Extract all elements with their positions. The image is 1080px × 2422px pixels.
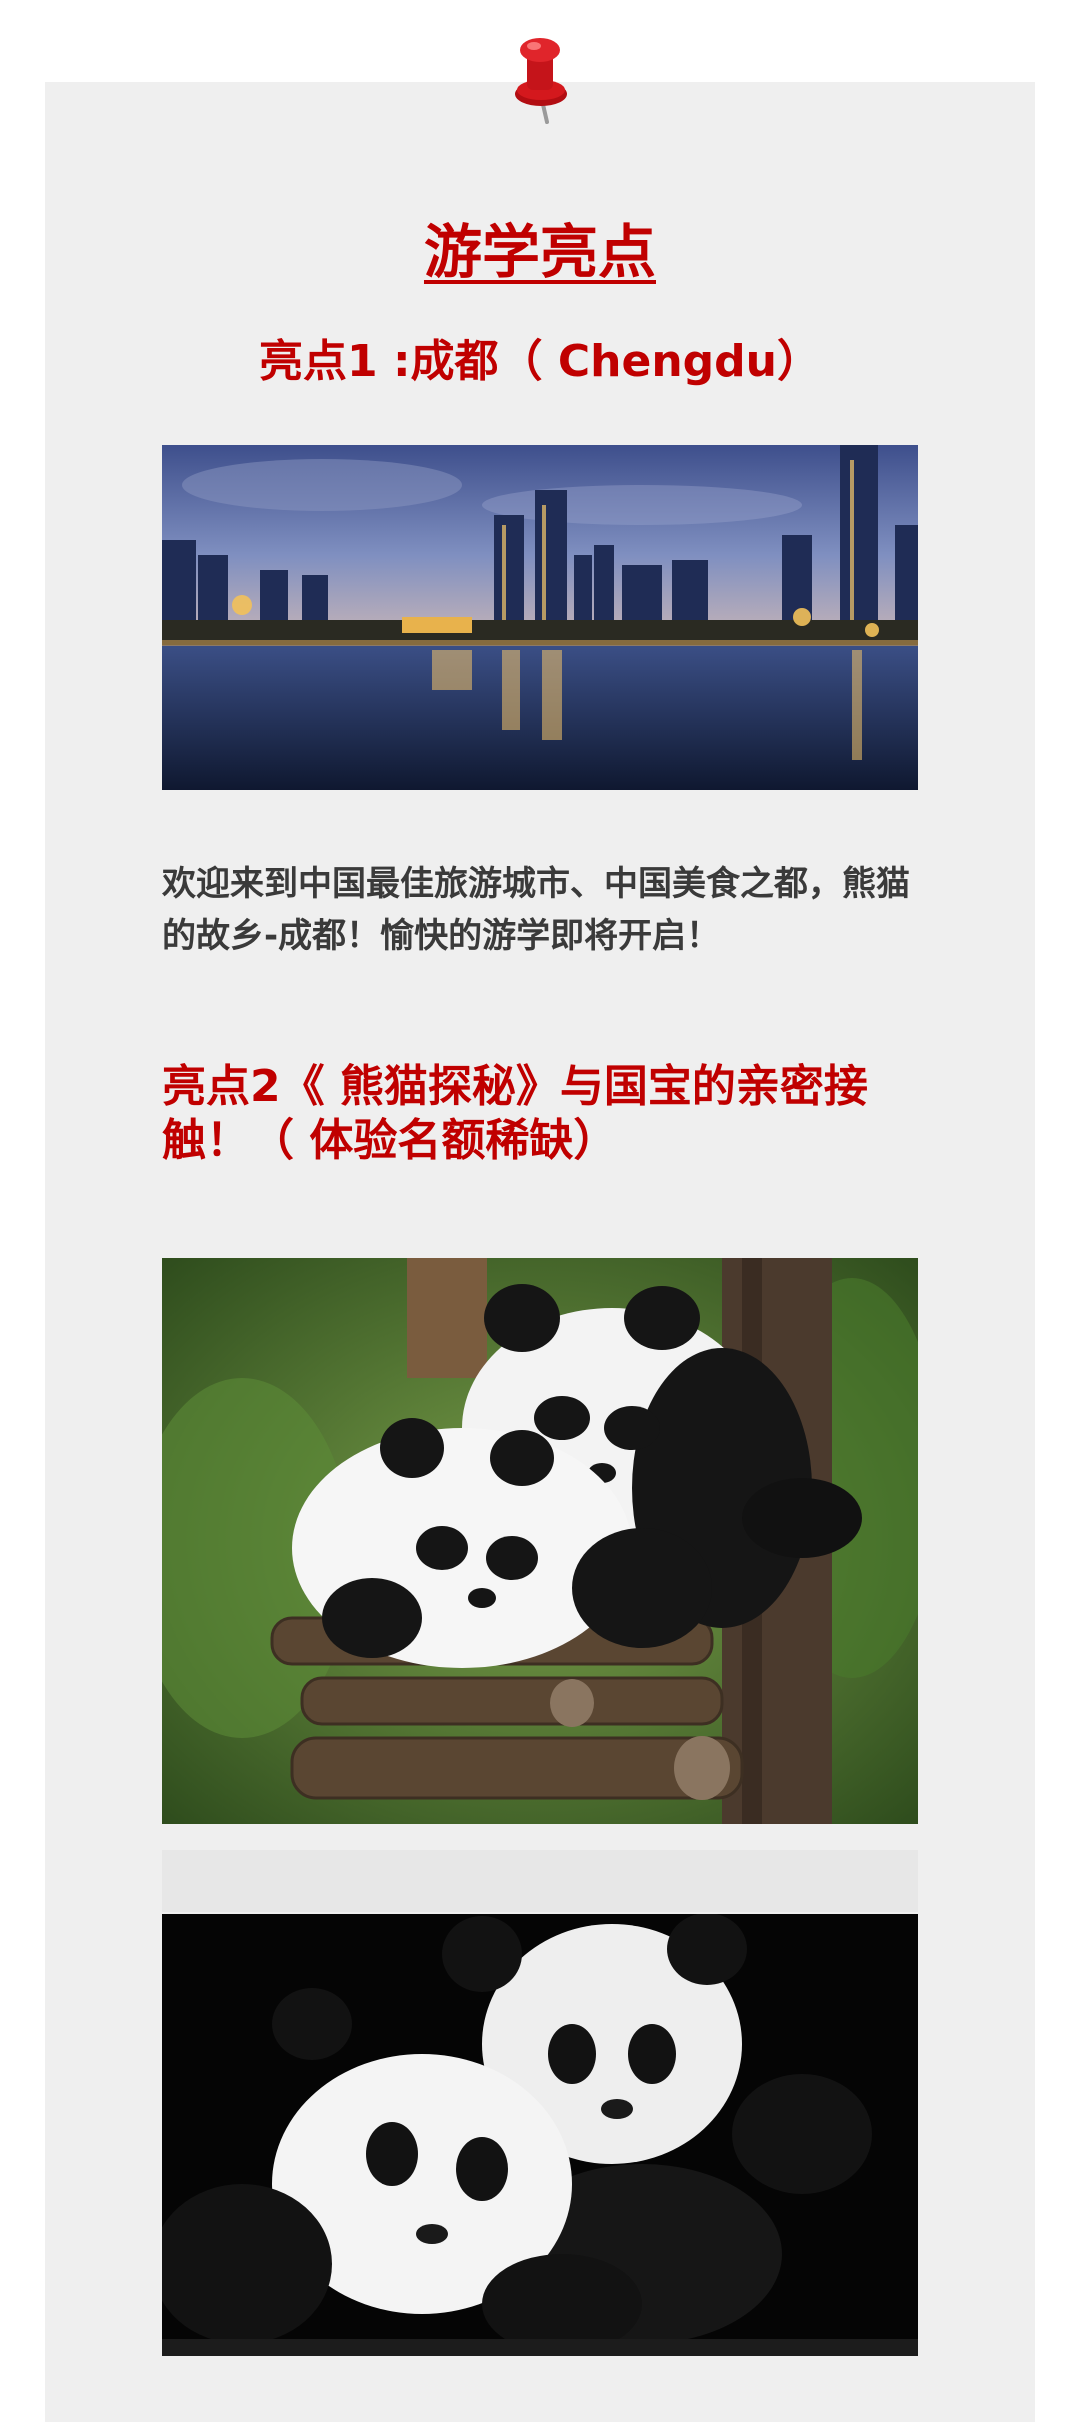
page-title: 游学亮点	[423, 218, 656, 286]
highlight2-heading: 亮点2《 熊猫探秘》与国宝的亲密接触！（ 体验名额稀缺）	[162, 1061, 868, 1166]
highlight1-heading: 亮点1 :成都（ Chengdu）	[259, 336, 821, 387]
pandas-black-background-photo	[162, 1914, 918, 2356]
image-gap	[162, 1850, 918, 1912]
highlight1-description: 欢迎来到中国最佳旅游城市、中国美食之都，熊猫的故乡-成都！愉快的游学即将开启！	[162, 864, 910, 956]
pushpin-icon	[505, 32, 575, 126]
pandas-on-tree-photo	[162, 1258, 918, 1824]
chengdu-skyline-photo	[162, 445, 918, 790]
